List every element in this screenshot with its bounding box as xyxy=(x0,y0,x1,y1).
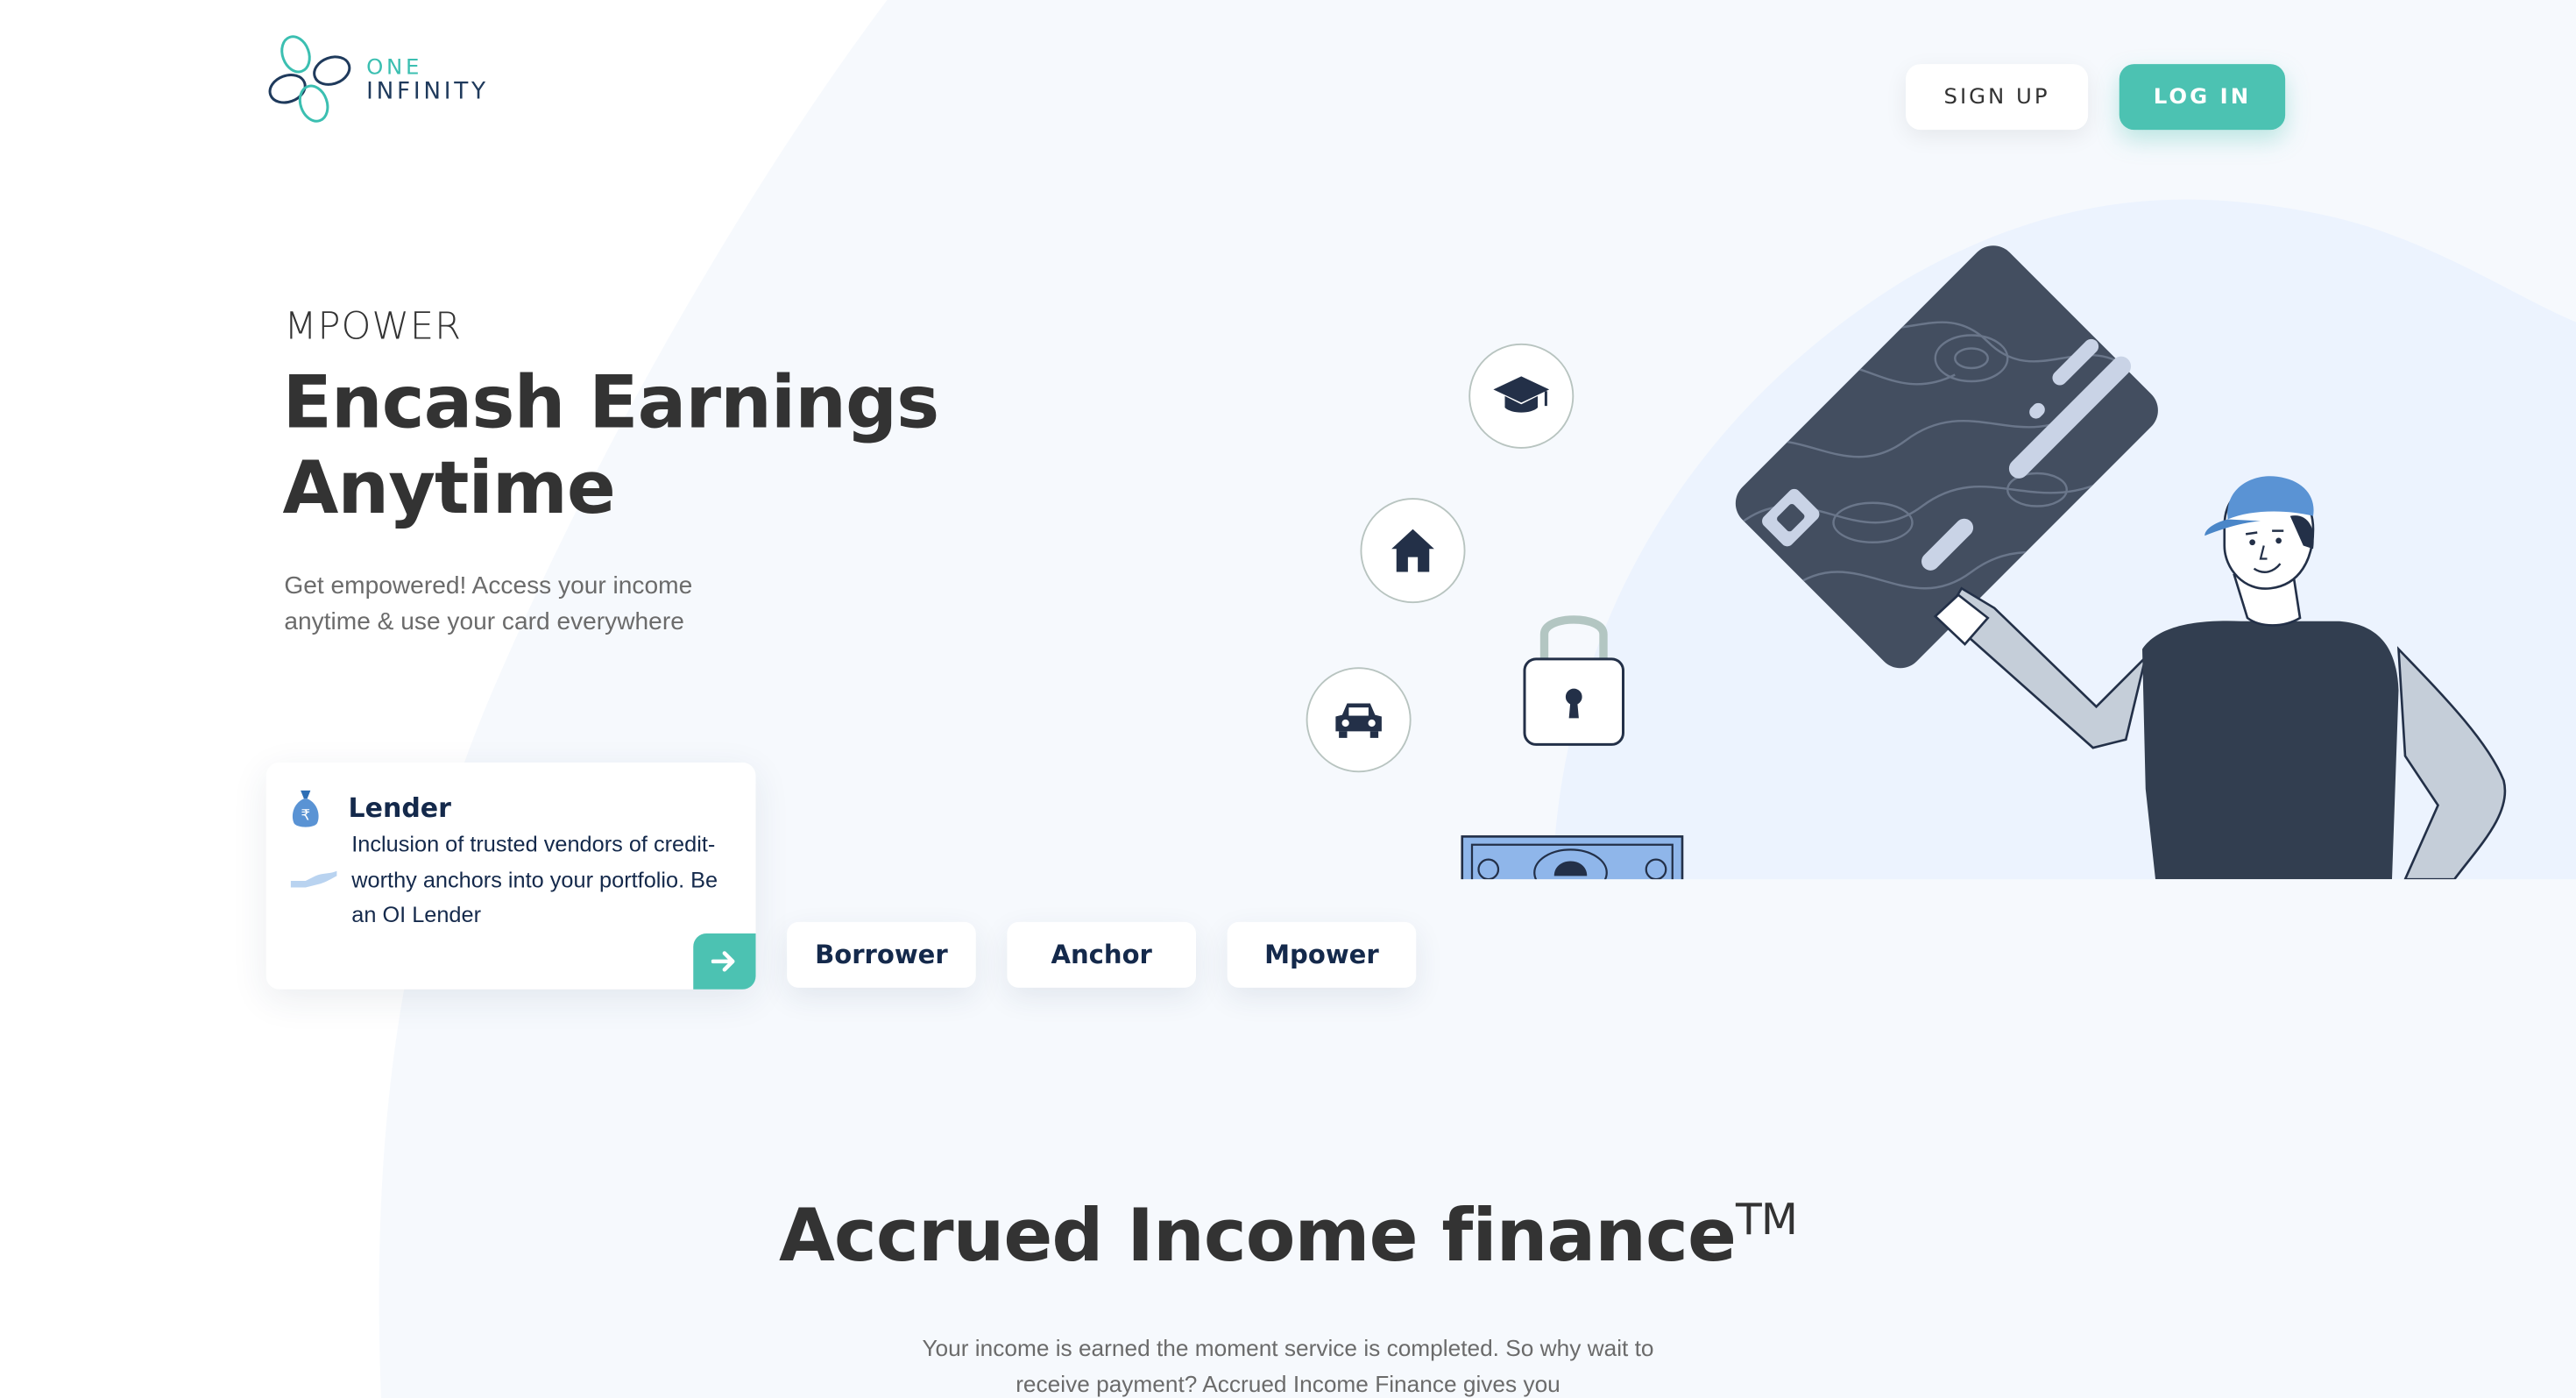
hero-subtitle: Get empowered! Access your income anytim… xyxy=(284,571,693,636)
section-title: Accrued Income financeTM xyxy=(0,1195,2576,1279)
car-icon xyxy=(1335,703,1382,738)
section-title-text: Accrued Income finance xyxy=(778,1195,1737,1279)
arrow-right-icon xyxy=(711,951,735,972)
lender-arrow-button[interactable] xyxy=(693,933,756,990)
money-bag-icon: ₹ xyxy=(292,790,319,827)
login-button[interactable]: LOG IN xyxy=(2119,64,2286,131)
house-icon xyxy=(1391,529,1434,572)
tab-borrower[interactable]: Borrower xyxy=(787,921,976,988)
hero-title-line-2: Anytime xyxy=(282,447,616,531)
hero-title-line-1: Encash Earnings xyxy=(282,361,940,446)
lender-description: Inclusion of trusted vendors of credit-w… xyxy=(351,831,718,927)
brand-logo[interactable]: ONE INFINITY xyxy=(268,32,489,124)
svg-text:₹: ₹ xyxy=(301,806,310,824)
hero-title: Encash Earnings Anytime xyxy=(283,362,973,533)
page: ONE INFINITY SIGN UP LOG IN MPOWER Encas… xyxy=(0,0,2576,1398)
hand-icon xyxy=(290,870,337,888)
padlock-icon xyxy=(1523,615,1624,746)
infinity-flower-icon xyxy=(268,35,351,123)
brand-line-1: ONE xyxy=(366,55,423,81)
lender-card[interactable]: ₹ Lender Inclusion of trusted vendors of… xyxy=(265,763,756,990)
section-body: Your income is earned the moment service… xyxy=(922,1334,1654,1396)
trademark-mark: TM xyxy=(1735,1196,1798,1246)
banknote xyxy=(1461,835,1684,880)
signup-button[interactable]: SIGN UP xyxy=(1906,64,2089,131)
hero-eyebrow: MPOWER xyxy=(284,305,463,349)
tab-anchor[interactable]: Anchor xyxy=(1007,921,1196,988)
lender-title: Lender xyxy=(348,791,451,824)
graduation-cap-icon xyxy=(1493,376,1550,413)
house-circle xyxy=(1360,498,1466,604)
tab-mpower[interactable]: Mpower xyxy=(1227,921,1417,988)
car-circle xyxy=(1306,667,1412,773)
person-figure xyxy=(1933,476,2507,880)
brand-line-2: INFINITY xyxy=(366,79,489,105)
hero-illustration xyxy=(1282,197,2576,880)
graduation-cap-circle xyxy=(1468,343,1575,449)
